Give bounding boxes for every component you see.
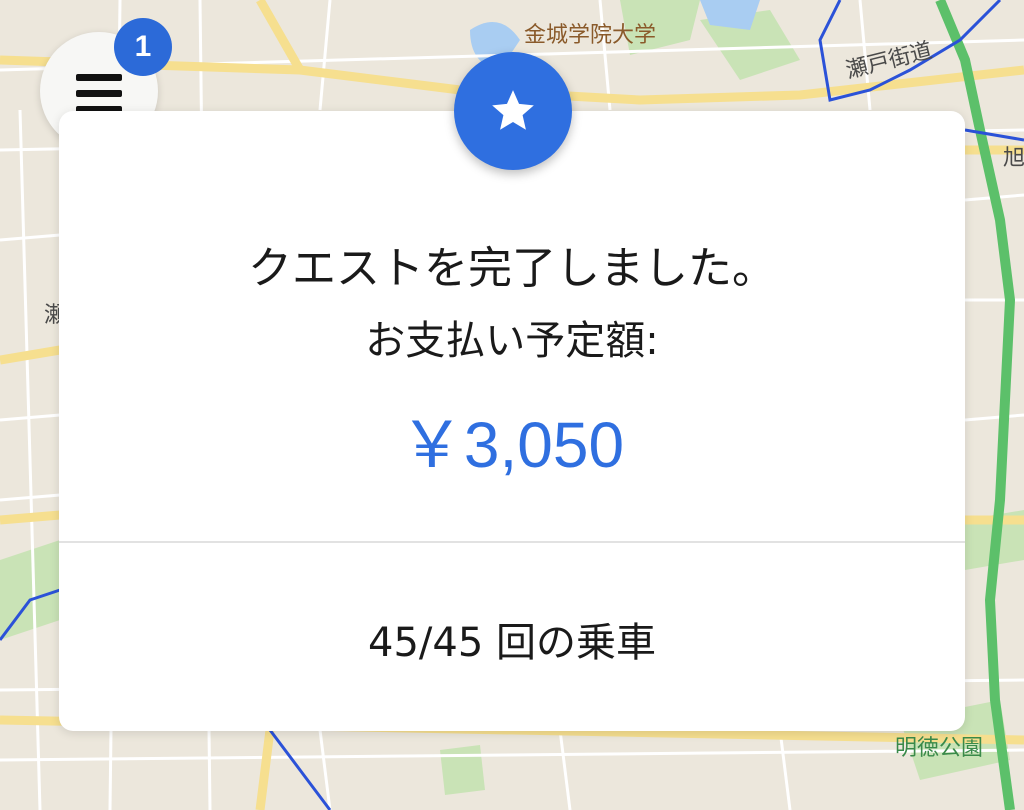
quest-title: クエストを完了しました。 xyxy=(248,243,776,294)
card-divider xyxy=(59,541,965,543)
map-label-university: 金城学院大学 xyxy=(524,23,656,48)
star-button[interactable] xyxy=(454,52,572,170)
notification-badge: 1 xyxy=(114,18,172,76)
payment-label: お支払い予定額: xyxy=(365,318,659,364)
star-icon xyxy=(492,90,534,130)
map-label-park: 明徳公園 xyxy=(895,736,983,761)
map-label-edge-right: 旭 xyxy=(1003,146,1024,171)
ride-count: 45/45 回の乗車 xyxy=(368,620,656,666)
payment-amount: ￥3,050 xyxy=(399,409,625,481)
